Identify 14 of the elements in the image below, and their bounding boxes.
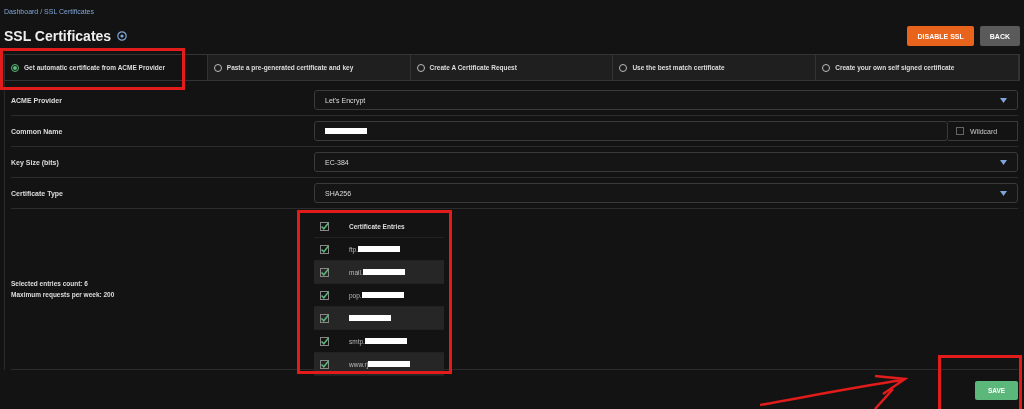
- checkbox[interactable]: [320, 336, 329, 346]
- dropdown-caret-icon: [1000, 190, 1007, 196]
- checkbox[interactable]: [320, 244, 329, 254]
- checkbox[interactable]: [320, 359, 329, 369]
- checkbox[interactable]: [320, 290, 329, 300]
- checkbox[interactable]: [956, 127, 964, 135]
- help-icon[interactable]: [117, 31, 128, 41]
- checkbox[interactable]: [320, 267, 329, 277]
- text-field[interactable]: [314, 121, 948, 141]
- dropdown-caret-icon: [1000, 159, 1007, 165]
- checkbox[interactable]: [320, 313, 329, 323]
- dropdown-caret-icon: [1000, 97, 1007, 103]
- page-title: SSL Certificates: [4, 28, 112, 44]
- checkbox[interactable]: [320, 221, 329, 231]
